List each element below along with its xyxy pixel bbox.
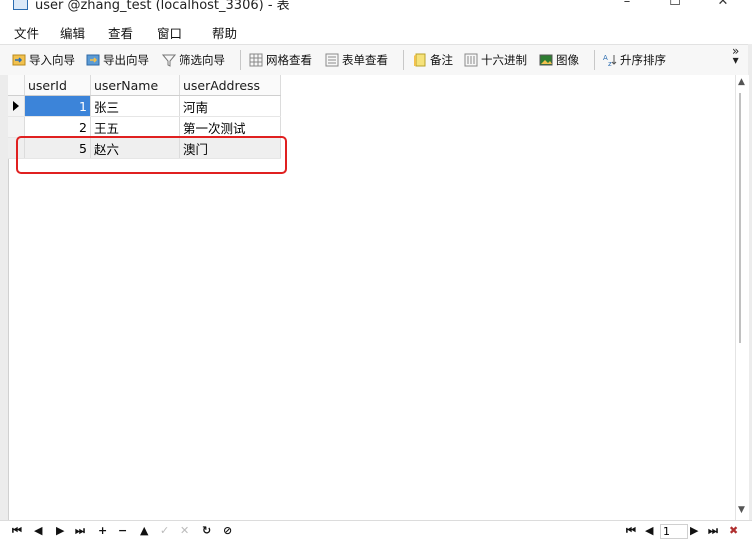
svg-text:z: z [608, 60, 612, 67]
export-wizard-button[interactable]: 导出向导 [86, 52, 149, 68]
discard-changes-icon[interactable]: ✕ [180, 525, 189, 537]
filter-wizard-label: 筛选向导 [179, 53, 225, 67]
cell-userid[interactable]: 1 [24, 95, 91, 117]
window-title: user @zhang_test (localhost_3306) - 表 [35, 0, 290, 13]
column-header-useraddress[interactable]: userAddress [179, 75, 281, 96]
image-icon [539, 53, 553, 67]
column-header-username[interactable]: userName [90, 75, 180, 96]
filter-icon [161, 53, 177, 67]
grid-view-button[interactable]: 网格查看 [249, 52, 312, 68]
scroll-down-icon[interactable]: ▼ [738, 505, 745, 515]
toolbar-separator [403, 50, 404, 70]
menu-bar: 文件 编辑 查看 窗口 帮助 [0, 20, 752, 43]
previous-record-icon[interactable]: ◀ [34, 525, 42, 537]
menu-view[interactable]: 查看 [108, 23, 133, 42]
form-icon [325, 53, 339, 67]
cell-username[interactable]: 张三 [90, 95, 180, 117]
delete-record-icon[interactable]: − [118, 525, 127, 537]
apply-changes-icon[interactable]: ✓ [160, 525, 169, 537]
table-row[interactable]: 2 王五 第一次测试 [8, 116, 281, 138]
close-button[interactable]: ✕ [700, 0, 746, 14]
table-icon [13, 0, 28, 10]
form-view-label: 表单查看 [342, 53, 388, 67]
sort-ascending-icon: Az [603, 53, 617, 68]
row-indicator [8, 116, 25, 138]
page-number-input[interactable]: 1 [660, 524, 688, 539]
add-record-icon[interactable]: + [98, 525, 107, 537]
minimize-button[interactable]: – [604, 0, 650, 14]
record-navigation-bar: ⏮ ◀ ▶ ⏭ + − ▲ ✓ ✕ ↻ ⊘ ⏮ ◀ 1 ▶ ⏭ ✖ [0, 520, 752, 540]
image-button[interactable]: 图像 [539, 52, 579, 68]
refresh-icon[interactable]: ↻ [202, 525, 211, 537]
next-record-icon[interactable]: ▶ [56, 525, 64, 537]
hex-label: 十六进制 [481, 53, 527, 67]
export-icon [86, 53, 100, 67]
sort-asc-button[interactable]: Az 升序排序 [603, 52, 666, 68]
previous-page-icon[interactable]: ◀ [645, 525, 653, 537]
stop-icon[interactable]: ⊘ [223, 525, 232, 537]
memo-icon [413, 53, 427, 67]
column-header-userid[interactable]: userId [24, 75, 91, 96]
hex-icon [464, 53, 478, 67]
current-row-indicator [8, 95, 25, 117]
menu-edit[interactable]: 编辑 [60, 23, 85, 42]
import-icon [12, 53, 26, 67]
last-record-icon[interactable]: ⏭ [75, 525, 85, 537]
import-wizard-label: 导入向导 [29, 53, 75, 67]
left-edge-strip [0, 75, 8, 520]
toolbar-overflow-button[interactable]: » ▾ [732, 45, 739, 67]
first-page-icon[interactable]: ⏮ [626, 525, 636, 537]
hex-button[interactable]: 十六进制 [464, 52, 527, 68]
row-indicator-header [8, 75, 25, 96]
scroll-thumb[interactable] [739, 93, 741, 343]
cell-username[interactable]: 王五 [90, 116, 180, 138]
cell-userid[interactable]: 2 [24, 116, 91, 138]
grid-icon [249, 53, 263, 67]
overflow-dropdown-icon: ▾ [732, 53, 739, 67]
vertical-scrollbar[interactable]: ▲ ▼ [735, 75, 749, 520]
toolbar-separator [240, 50, 241, 70]
next-page-icon[interactable]: ▶ [690, 525, 698, 537]
table-row[interactable]: 1 张三 河南 [8, 95, 281, 117]
title-bar: user @zhang_test (localhost_3306) - 表 – … [0, 0, 752, 20]
first-record-icon[interactable]: ⏮ [12, 525, 22, 537]
maximize-button[interactable]: ☐ [652, 0, 698, 14]
export-wizard-label: 导出向导 [103, 53, 149, 67]
form-view-button[interactable]: 表单查看 [325, 52, 388, 68]
filter-wizard-button[interactable]: 筛选向导 [161, 52, 225, 68]
toolbar: 导入向导 导出向导 筛选向导 网格查看 表单查看 备注 十六进制 图像 A z … [0, 44, 752, 76]
last-page-icon[interactable]: ⏭ [708, 525, 718, 537]
settings-tool-icon[interactable]: ✖ [729, 525, 738, 537]
memo-label: 备注 [430, 53, 453, 67]
menu-window[interactable]: 窗口 [157, 23, 182, 42]
sort-asc-label: 升序排序 [620, 53, 666, 67]
cell-useraddress[interactable]: 河南 [179, 95, 281, 117]
current-row-arrow-icon [13, 101, 19, 111]
cell-useraddress[interactable]: 第一次测试 [179, 116, 281, 138]
menu-file[interactable]: 文件 [14, 23, 39, 42]
toolbar-separator [594, 50, 595, 70]
header-row: userId userName userAddress [8, 75, 281, 96]
grid-view-label: 网格查看 [266, 53, 312, 67]
image-label: 图像 [556, 53, 579, 67]
move-up-icon[interactable]: ▲ [140, 525, 148, 537]
scroll-up-icon[interactable]: ▲ [738, 77, 745, 87]
annotation-highlight-box [16, 136, 287, 174]
memo-button[interactable]: 备注 [413, 52, 453, 68]
import-wizard-button[interactable]: 导入向导 [12, 52, 75, 68]
menu-help[interactable]: 帮助 [212, 23, 237, 42]
